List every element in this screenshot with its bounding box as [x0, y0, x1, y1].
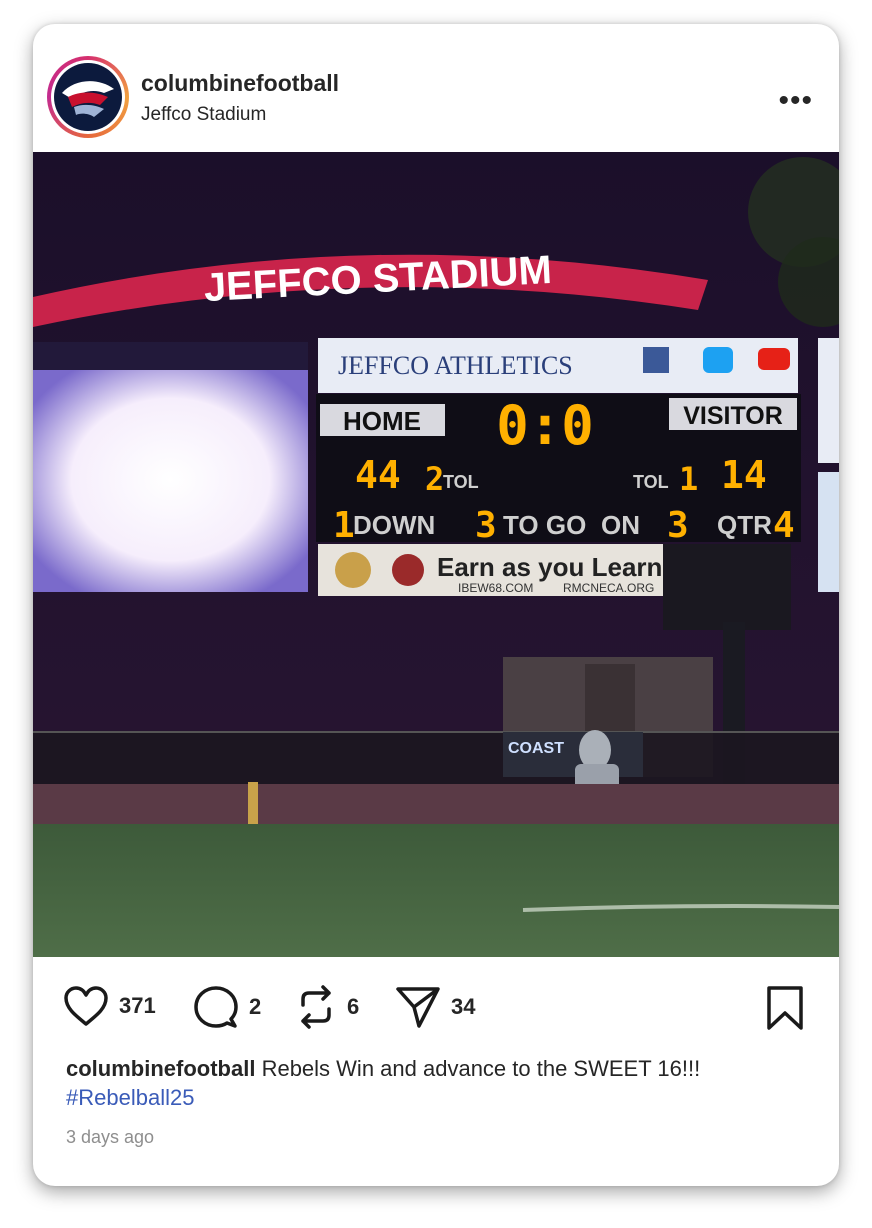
- repost-button[interactable]: 6: [295, 985, 359, 1029]
- send-icon: [396, 987, 440, 1028]
- post-timestamp: 3 days ago: [66, 1127, 155, 1147]
- bookmark-icon: [767, 986, 803, 1030]
- avatar[interactable]: [47, 56, 129, 138]
- comment-count: 2: [249, 994, 262, 1019]
- post-header: columbinefootball Jeffco Stadium •••: [33, 24, 839, 152]
- facebook-icon: [643, 347, 669, 373]
- game-clock: 0:0: [496, 394, 594, 457]
- on-label: ON: [601, 510, 640, 540]
- to-go-value: 3: [475, 505, 497, 546]
- down-value: 1: [333, 505, 355, 546]
- repost-icon: [301, 985, 331, 1029]
- sponsor-url-2: RMCNECA.ORG: [563, 581, 654, 595]
- qtr-value: 4: [773, 505, 795, 546]
- post-card: columbinefootball Jeffco Stadium ••• JEF…: [33, 24, 839, 1186]
- caption-text: Rebels Win and advance to the SWEET 16!!…: [261, 1056, 701, 1081]
- home-label: HOME: [343, 406, 421, 436]
- username[interactable]: columbinefootball: [141, 70, 339, 97]
- like-count: 371: [119, 993, 156, 1018]
- qtr-label: QTR: [717, 510, 772, 540]
- football-field: [33, 824, 839, 957]
- post-actions: 371 2 6 34: [33, 979, 839, 1035]
- visitor-score: 14: [721, 453, 767, 497]
- video-board: [33, 367, 308, 592]
- sponsor-top-text: JEFFCO ATHLETICS: [338, 351, 573, 380]
- comment-button[interactable]: 2: [193, 985, 261, 1029]
- hashtag-link[interactable]: #Rebelball25: [66, 1085, 194, 1110]
- fence-sign-text: COAST: [508, 740, 564, 757]
- caption-username[interactable]: columbinefootball: [66, 1056, 255, 1081]
- visitor-tol-label: TOL: [633, 472, 669, 492]
- location[interactable]: Jeffco Stadium: [141, 104, 266, 126]
- save-button[interactable]: [765, 985, 805, 1031]
- more-options-icon[interactable]: •••: [778, 84, 813, 118]
- sponsor-url-1: IBEW68.COM: [458, 581, 533, 595]
- home-tol-label: TOL: [443, 472, 479, 492]
- post-caption: columbinefootball Rebels Win and advance…: [66, 1054, 816, 1112]
- team-logo-icon: [54, 63, 122, 131]
- youtube-icon: [758, 348, 790, 370]
- home-timeouts: 2: [425, 460, 444, 498]
- twitter-icon: [703, 347, 733, 373]
- down-label: DOWN: [353, 510, 435, 540]
- home-score: 44: [355, 453, 401, 497]
- repost-count: 6: [347, 994, 360, 1019]
- share-button[interactable]: 34: [395, 985, 475, 1029]
- share-count: 34: [451, 994, 476, 1019]
- visitor-timeouts: 1: [679, 460, 698, 498]
- comment-icon: [194, 986, 238, 1028]
- to-go-label: TO GO: [503, 510, 586, 540]
- visitor-label: VISITOR: [683, 402, 783, 430]
- post-photo[interactable]: JEFFCO STADIUM JEFFCO ATHLETICS HOME VIS…: [33, 152, 839, 957]
- heart-icon: [64, 986, 108, 1026]
- sponsor-bottom-text: Earn as you Learn: [437, 552, 662, 582]
- like-button[interactable]: 371: [63, 985, 156, 1027]
- ball-on-value: 3: [667, 505, 689, 546]
